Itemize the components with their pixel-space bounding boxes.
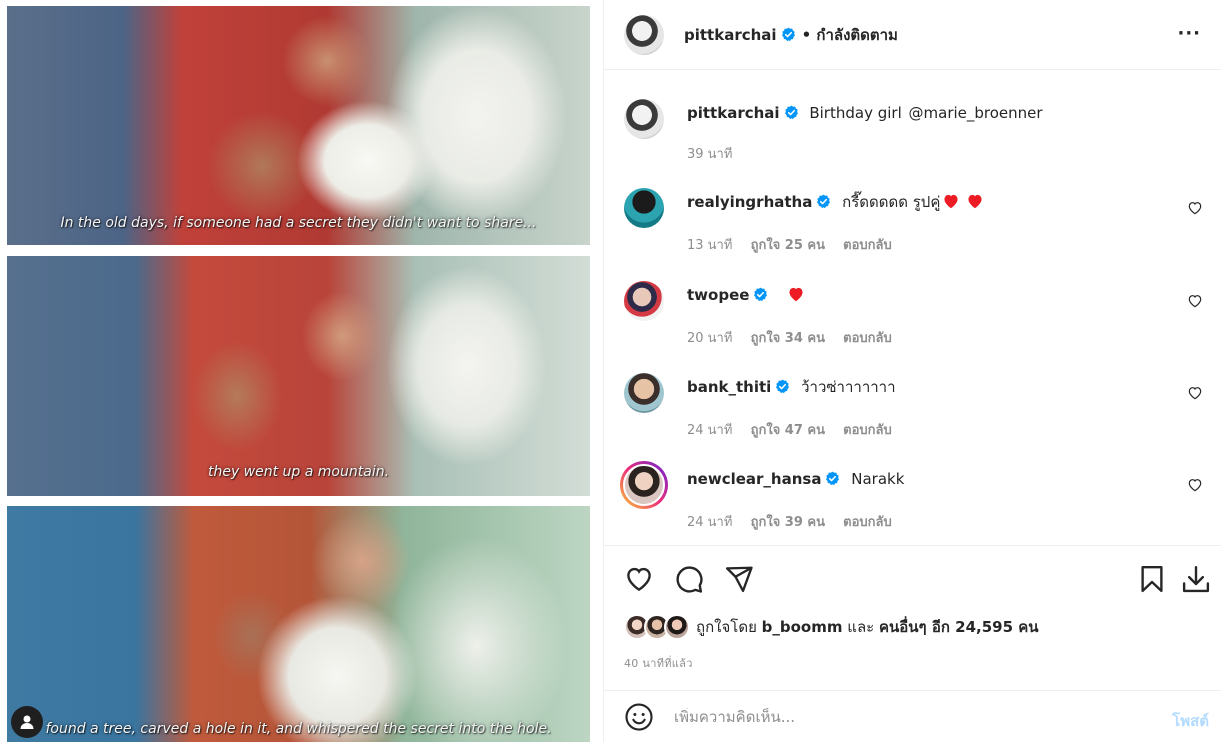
likes-and: และ [847, 618, 875, 636]
post-comment-button[interactable]: โพสต์ [1172, 709, 1209, 733]
verified-badge-icon [817, 194, 831, 209]
comment-time[interactable]: 13 นาที [687, 238, 732, 253]
comment-username[interactable]: twopee [687, 286, 749, 304]
download-icon[interactable] [1181, 564, 1211, 594]
tagged-users-button[interactable] [11, 706, 43, 738]
verified-badge-icon [826, 471, 840, 486]
comment-time[interactable]: 24 นาที [687, 515, 732, 530]
comment-text: Narakk [851, 470, 905, 488]
comment-text: ว้าวซ่าาาาาาา [801, 378, 896, 396]
save-bookmark-icon[interactable] [1137, 564, 1167, 594]
share-paper-plane-icon[interactable] [724, 564, 754, 594]
more-options-icon[interactable]: ··· [1177, 23, 1201, 44]
photo-panel-2: they went up a mountain. [7, 256, 590, 496]
comment-likes[interactable]: ถูกใจ 25 คน [751, 238, 825, 253]
photo-panel-3: found a tree, carved a hole in it, and w… [7, 506, 590, 742]
liker-avatars[interactable] [624, 614, 690, 640]
caption-text: Birthday girl [809, 104, 902, 122]
like-comment-heart-icon[interactable] [1187, 293, 1203, 309]
reply-button[interactable]: ตอบกลับ [843, 423, 892, 438]
comments-list: pittkarchai Birthday girl @marie_broenne… [604, 71, 1221, 546]
caption-time[interactable]: 39 นาที [687, 147, 732, 162]
comment-likes[interactable]: ถูกใจ 39 คน [751, 515, 825, 530]
verified-badge-icon [781, 27, 795, 42]
post-side-panel: pittkarchai • กำลังติดตาม ··· pittkarcha… [603, 0, 1221, 742]
subtitle-1: In the old days, if someone had a secret… [60, 215, 537, 231]
post-timestamp[interactable]: 40 นาทีที่แล้ว [624, 654, 693, 672]
reply-button[interactable]: ตอบกลับ [843, 515, 892, 530]
user-icon [20, 715, 34, 729]
red-heart-emoji-icon [968, 194, 982, 209]
comment-likes[interactable]: ถูกใจ 47 คน [751, 423, 825, 438]
likes-summary: ถูกใจโดย b_boomm และ คนอื่นๆ อีก 24,595 … [624, 614, 1039, 640]
post-media[interactable]: In the old days, if someone had a secret… [0, 0, 603, 742]
comment-avatar [623, 464, 665, 506]
owner-username[interactable]: pittkarchai [684, 26, 777, 44]
verified-badge-icon [776, 379, 790, 394]
comment-bubble-icon[interactable] [674, 564, 704, 594]
subtitle-3: found a tree, carved a hole in it, and w… [45, 721, 552, 737]
post-action-bar [624, 560, 1211, 600]
caption-meta: 39 นาที [687, 143, 746, 164]
reply-button[interactable]: ตอบกลับ [843, 331, 892, 346]
like-comment-heart-icon[interactable] [1187, 385, 1203, 401]
comment-avatar[interactable] [624, 281, 664, 321]
photo-panel-1: In the old days, if someone had a secret… [7, 6, 590, 245]
verified-badge-icon [754, 287, 768, 302]
comment-avatar-story-ring[interactable] [620, 461, 668, 509]
follow-status[interactable]: • กำลังติดตาม [802, 23, 898, 47]
comment-username[interactable]: newclear_hansa [687, 470, 821, 488]
like-heart-icon[interactable] [624, 564, 654, 594]
likes-prefix: ถูกใจโดย [696, 618, 757, 636]
red-heart-emoji-icon [789, 287, 803, 302]
comment-input[interactable] [674, 707, 1114, 726]
owner-avatar[interactable] [624, 14, 664, 55]
subtitle-2: they went up a mountain. [207, 464, 390, 480]
caption-username[interactable]: pittkarchai [687, 104, 780, 122]
like-comment-heart-icon[interactable] [1187, 477, 1203, 493]
verified-badge-icon [784, 105, 798, 120]
comment-avatar[interactable] [624, 373, 664, 413]
like-comment-heart-icon[interactable] [1187, 200, 1203, 216]
emoji-smiley-icon[interactable] [624, 702, 654, 732]
comment-avatar[interactable] [624, 188, 664, 228]
comment-username[interactable]: realyingrhatha [687, 193, 812, 211]
caption-mention-link[interactable]: @marie_broenner [909, 104, 1043, 122]
likes-others-link[interactable]: คนอื่นๆ อีก 24,595 คน [879, 615, 1039, 639]
comment-time[interactable]: 20 นาที [687, 331, 732, 346]
comment-username[interactable]: bank_thiti [687, 378, 771, 396]
post-header: pittkarchai • กำลังติดตาม ··· [604, 0, 1221, 70]
comment-likes[interactable]: ถูกใจ 34 คน [751, 331, 825, 346]
caption-avatar[interactable] [624, 99, 664, 139]
reply-button[interactable]: ตอบกลับ [843, 238, 892, 253]
comment-composer: โพสต์ [604, 690, 1221, 742]
comment-time[interactable]: 24 นาที [687, 423, 732, 438]
red-heart-emoji-icon [944, 194, 958, 209]
liked-by-username[interactable]: b_boomm [762, 618, 843, 636]
comment-text: กรี๊ดดดดด รูปคู่ [842, 193, 941, 211]
